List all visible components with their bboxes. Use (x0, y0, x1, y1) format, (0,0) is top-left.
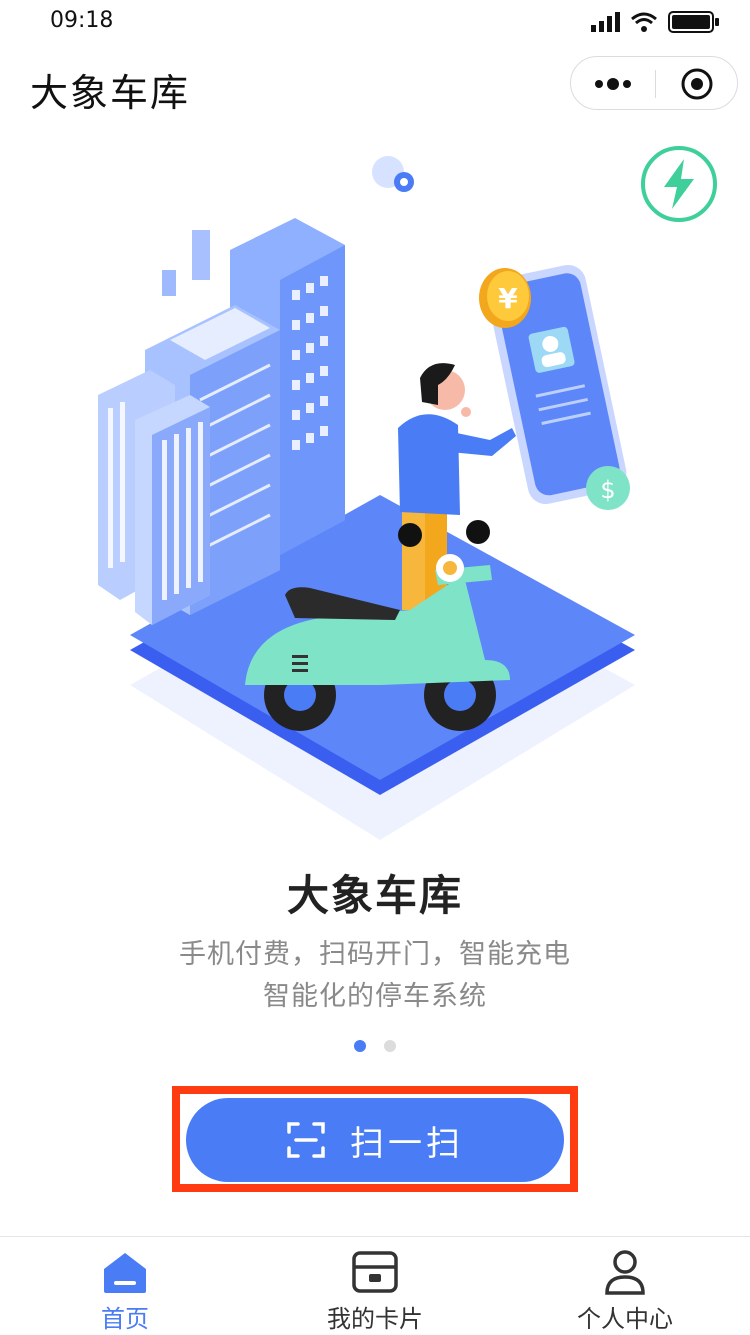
more-button[interactable] (571, 57, 655, 111)
more-dots-icon (595, 78, 631, 90)
tab-my-cards[interactable]: 我的卡片 (250, 1237, 500, 1335)
carousel-indicator (0, 1040, 750, 1052)
hero-subtitle-line-2: 智能化的停车系统 (263, 981, 487, 1012)
tab-bar: 首页 我的卡片 个人中心 (0, 1236, 750, 1335)
yuan-coin-symbol: ¥ (498, 282, 518, 315)
carousel-dot-1[interactable] (354, 1040, 366, 1052)
scan-icon (287, 1122, 325, 1158)
scan-button[interactable]: 扫一扫 (186, 1098, 564, 1182)
carousel-dot-2[interactable] (384, 1040, 396, 1052)
signal-icon (591, 12, 620, 32)
hero-subtitle-line-1: 手机付费，扫码开门，智能充电 (179, 939, 571, 970)
home-icon (104, 1253, 146, 1293)
tab-profile-label: 个人中心 (577, 1305, 673, 1333)
status-bar: 09:18 (0, 0, 750, 44)
tab-home[interactable]: 首页 (0, 1237, 250, 1335)
close-miniprogram-button[interactable] (655, 57, 739, 111)
battery-icon (668, 11, 719, 33)
card-icon (352, 1251, 398, 1293)
mini-program-capsule (570, 56, 738, 110)
scan-button-label: 扫一扫 (350, 1123, 464, 1164)
status-icons (590, 10, 720, 34)
hero-illustration: ¥ $ (98, 156, 635, 840)
tab-profile[interactable]: 个人中心 (500, 1237, 750, 1335)
tab-my-cards-label: 我的卡片 (327, 1305, 423, 1333)
dollar-badge-symbol: $ (600, 476, 615, 504)
hero-title: 大象车库 (286, 871, 463, 920)
tab-home-label: 首页 (101, 1305, 149, 1333)
page-title: 大象车库 (30, 71, 191, 115)
user-icon (605, 1250, 645, 1295)
target-close-icon (681, 68, 713, 100)
navigation-bar: 大象车库 (0, 44, 750, 128)
wifi-icon (631, 12, 657, 32)
status-time: 09:18 (50, 8, 114, 33)
